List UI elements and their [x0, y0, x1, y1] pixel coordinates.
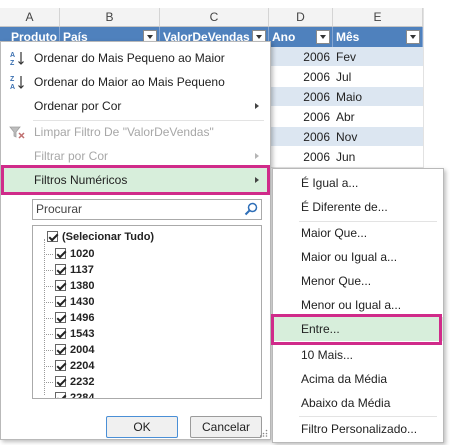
cancel-button[interactable]: Cancelar [190, 416, 262, 438]
cell-mes[interactable]: Jul [333, 67, 423, 87]
cell-ano[interactable]: 2006 [269, 47, 333, 67]
svg-text:A: A [10, 52, 15, 59]
cell-mes[interactable]: Maio [333, 87, 423, 107]
checkbox[interactable] [55, 280, 66, 291]
submenu-item-equals[interactable]: É Igual a... [273, 171, 443, 195]
checkbox[interactable] [55, 360, 66, 371]
list-item-label: 2004 [70, 344, 95, 356]
sort-za-icon: Z A [10, 76, 24, 90]
submenu-item-greater-or-equal[interactable]: Maior ou Igual a... [273, 245, 443, 269]
list-item-label: 2232 [70, 376, 95, 388]
svg-text:Z: Z [10, 76, 15, 83]
submenu-item-top-10[interactable]: 10 Mais... [273, 343, 443, 367]
cell-ano[interactable]: 2006 [269, 67, 333, 87]
cell-ano[interactable]: 2006 [269, 107, 333, 127]
menu-item-label: Filtrar por Cor [34, 149, 109, 163]
cell-ano[interactable]: 2006 [269, 147, 333, 167]
list-item-select-all[interactable]: (Selecionar Tudo) [37, 229, 154, 245]
cell-ano[interactable]: 2006 [269, 127, 333, 147]
checkbox[interactable] [55, 376, 66, 387]
svg-text:A: A [10, 84, 15, 90]
list-item[interactable]: 1020 [33, 246, 94, 262]
header-cell-mes[interactable]: Mês [333, 27, 423, 47]
filter-value-list[interactable]: (Selecionar Tudo) 1020 1137 1380 1430 14… [32, 225, 262, 399]
menu-item-sort-ascending[interactable]: A Z Ordenar do Mais Pequeno ao Maior [1, 46, 269, 70]
list-item-label: 1137 [70, 264, 94, 276]
column-header-e[interactable]: E [333, 8, 423, 27]
header-cell-ano[interactable]: Ano [269, 27, 333, 47]
checkbox[interactable] [55, 248, 66, 259]
list-item-label: 1496 [70, 312, 95, 324]
list-item-label: 1380 [70, 280, 95, 292]
submenu-item-below-average[interactable]: Abaixo da Média [273, 391, 443, 415]
grid-line [423, 8, 424, 168]
list-item[interactable]: 2204 [33, 358, 94, 374]
header-label: Ano [272, 30, 296, 44]
list-item-label: (Selecionar Tudo) [62, 231, 155, 243]
menu-item-sort-by-color[interactable]: Ordenar por Cor [1, 94, 269, 118]
highlight-callout [1, 165, 270, 195]
cell-ano[interactable]: 2006 [269, 87, 333, 107]
list-item-label: 1020 [70, 248, 95, 260]
column-header-a[interactable]: A [0, 8, 60, 27]
cell-mes[interactable]: Abr [333, 107, 423, 127]
column-header-b[interactable]: B [60, 8, 160, 27]
filter-menu: A Z Ordenar do Mais Pequeno ao Maior Z A… [0, 41, 271, 440]
submenu-arrow-icon [255, 153, 259, 159]
list-item[interactable]: 1380 [33, 278, 94, 294]
sort-az-icon: A Z [10, 52, 24, 66]
list-item[interactable]: 1543 [33, 326, 94, 342]
search-icon [244, 202, 258, 216]
menu-item-clear-filter[interactable]: Limpar Filtro De "ValorDeVendas" [1, 120, 269, 144]
list-item[interactable]: 1496 [33, 310, 94, 326]
menu-item-label: Limpar Filtro De "ValorDeVendas" [34, 125, 214, 139]
tree-connector [44, 398, 53, 399]
header-label: Mês [336, 30, 360, 44]
list-item-label: 2284 [70, 392, 95, 399]
search-input[interactable]: Procurar [32, 199, 262, 220]
ok-button[interactable]: OK [106, 416, 178, 438]
svg-text:Z: Z [10, 60, 15, 66]
menu-item-label: Ordenar do Mais Pequeno ao Maior [34, 51, 225, 65]
checkbox[interactable] [55, 296, 66, 307]
column-header-d[interactable]: D [269, 8, 333, 27]
list-item[interactable]: 2004 [33, 342, 94, 358]
list-item[interactable]: 2232 [33, 374, 94, 390]
submenu-item-not-equal[interactable]: É Diferente de... [273, 195, 443, 219]
checkbox[interactable] [55, 328, 66, 339]
search-placeholder: Procurar [36, 202, 83, 216]
list-item-label: 2204 [70, 360, 95, 372]
cell-mes[interactable]: Nov [333, 127, 423, 147]
list-item-label: 1543 [70, 328, 95, 340]
menu-item-label: Ordenar do Maior ao Mais Pequeno [34, 75, 225, 89]
checkbox[interactable] [55, 264, 66, 275]
clear-filter-icon [9, 126, 25, 139]
checkbox[interactable] [47, 231, 58, 242]
filter-dropdown-button[interactable] [316, 30, 330, 44]
list-item[interactable]: 1430 [33, 294, 94, 310]
submenu-arrow-icon [255, 103, 259, 109]
list-item[interactable]: 1137 [33, 262, 94, 278]
submenu-item-above-average[interactable]: Acima da Média [273, 367, 443, 391]
list-item-label: 1430 [70, 296, 95, 308]
resize-grip-icon[interactable] [260, 429, 268, 437]
number-filters-submenu: É Igual a... É Diferente de... Maior Que… [272, 168, 444, 443]
cell-mes[interactable]: Fev [333, 47, 423, 67]
list-item[interactable]: 2284 [33, 390, 95, 399]
highlight-callout [271, 314, 442, 345]
submenu-item-greater-than[interactable]: Maior Que... [273, 221, 443, 245]
submenu-item-less-than[interactable]: Menor Que... [273, 269, 443, 293]
menu-item-label: Ordenar por Cor [34, 99, 122, 113]
checkbox[interactable] [55, 312, 66, 323]
filter-dropdown-button[interactable] [406, 30, 420, 44]
cell-mes[interactable]: Jun [333, 147, 423, 167]
checkbox[interactable] [55, 392, 66, 398]
checkbox[interactable] [55, 344, 66, 355]
column-header-c[interactable]: C [160, 8, 269, 27]
menu-item-sort-descending[interactable]: Z A Ordenar do Maior ao Mais Pequeno [1, 70, 269, 94]
submenu-item-custom-filter[interactable]: Filtro Personalizado... [273, 417, 443, 441]
